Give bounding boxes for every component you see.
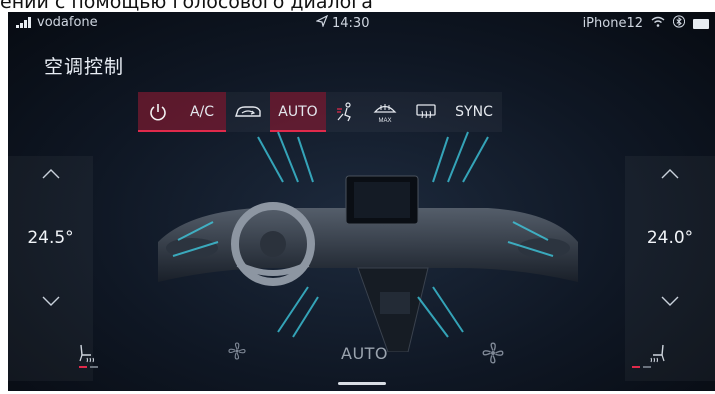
airflow-line — [177, 221, 214, 241]
airflow-line — [172, 241, 219, 257]
airflow-line — [257, 136, 284, 183]
airflow-line — [447, 131, 469, 183]
climate-screen: vodafone 14:30 iPhone12 空调控制 A/C AUTO MA… — [8, 12, 715, 391]
airflow-line — [512, 221, 549, 241]
airflow-line — [432, 136, 449, 183]
airflow-line — [277, 286, 309, 333]
airflow-line — [507, 241, 554, 257]
airflow-line — [297, 136, 314, 183]
airflow-line — [462, 136, 489, 183]
airflow-line — [432, 286, 464, 333]
airflow-overlay — [172, 131, 554, 338]
top-caption-text: ении с помощью голосового диалога — [0, 0, 373, 11]
airflow-line — [277, 131, 299, 183]
